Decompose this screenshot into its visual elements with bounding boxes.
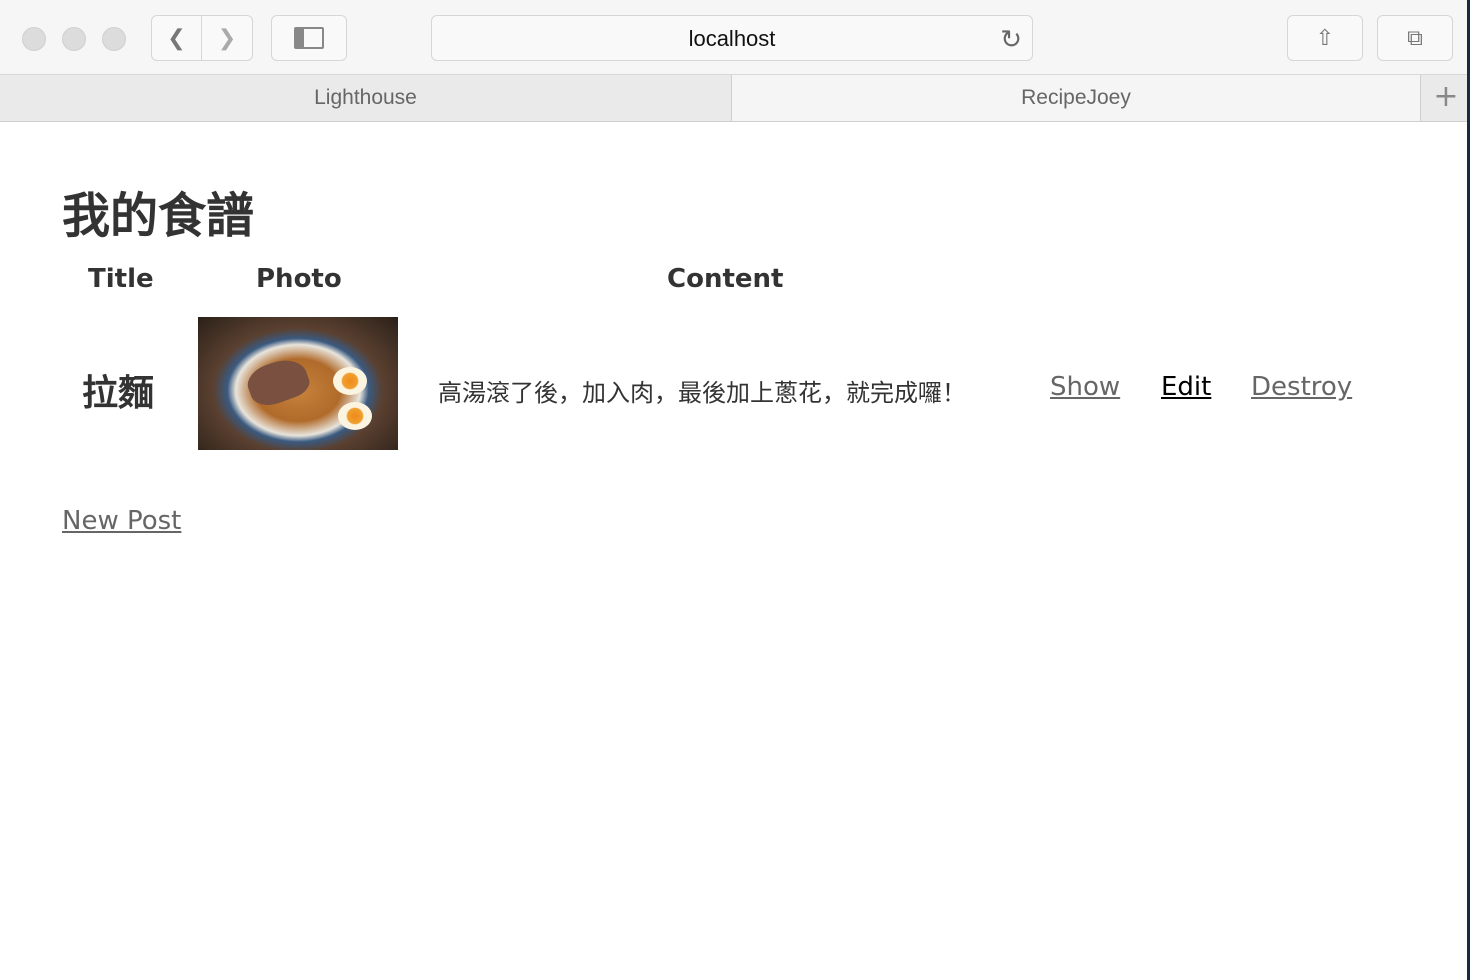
- recipe-content: 高湯滾了後，加入肉，最後加上蔥花，就完成囉！: [438, 379, 966, 407]
- reload-icon[interactable]: ↻: [1000, 16, 1022, 62]
- minimize-window-button[interactable]: [62, 27, 86, 51]
- chevron-right-icon: ❯: [217, 25, 237, 51]
- sidebar-button[interactable]: [271, 15, 347, 61]
- tab-recipejoey[interactable]: RecipeJoey: [731, 75, 1421, 121]
- recipe-photo: [198, 317, 398, 450]
- destroy-link[interactable]: Destroy: [1251, 372, 1352, 402]
- chevron-left-icon: ❮: [167, 25, 186, 51]
- sidebar-icon: [294, 27, 324, 49]
- tab-bar: Lighthouse RecipeJoey +: [0, 75, 1470, 122]
- forward-button[interactable]: ❯: [201, 15, 253, 61]
- close-window-button[interactable]: [22, 27, 46, 51]
- url-text: localhost: [688, 26, 776, 51]
- edit-link[interactable]: Edit: [1161, 372, 1211, 402]
- share-icon: ⇧: [1315, 25, 1335, 51]
- column-header-content: Content: [667, 264, 784, 294]
- tab-lighthouse[interactable]: Lighthouse: [0, 75, 731, 121]
- browser-toolbar: ❮ ❯ localhost ↻ ⇧ ⧉: [0, 0, 1470, 75]
- zoom-window-button[interactable]: [102, 27, 126, 51]
- recipe-title: 拉麵: [82, 373, 155, 414]
- share-button[interactable]: ⇧: [1287, 15, 1363, 61]
- new-post-link[interactable]: New Post: [62, 506, 181, 536]
- page-title: 我的食譜: [62, 188, 255, 244]
- address-bar[interactable]: localhost ↻: [431, 15, 1033, 61]
- tabs-icon: ⧉: [1407, 25, 1423, 51]
- column-header-title: Title: [88, 264, 154, 294]
- column-header-photo: Photo: [256, 264, 342, 294]
- new-tab-button[interactable]: +: [1422, 75, 1470, 121]
- show-link[interactable]: Show: [1050, 372, 1120, 402]
- tabs-overview-button[interactable]: ⧉: [1377, 15, 1453, 61]
- back-button[interactable]: ❮: [151, 15, 202, 61]
